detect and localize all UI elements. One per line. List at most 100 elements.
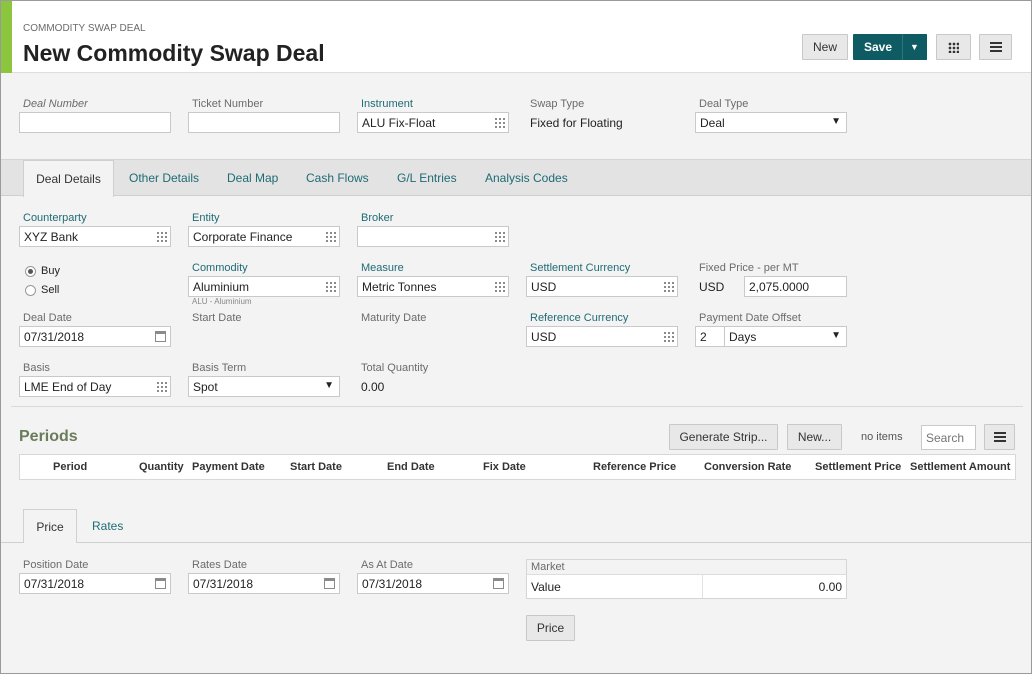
lookup-grid-icon[interactable]: [325, 231, 336, 242]
market-row: Value 0.00: [527, 574, 846, 598]
col-reference-price[interactable]: Reference Price: [593, 461, 676, 473]
calendar-icon[interactable]: [155, 578, 166, 589]
save-button[interactable]: Save: [853, 34, 903, 60]
counterparty-field[interactable]: XYZ Bank: [19, 226, 171, 247]
market-panel: Market Value 0.00: [526, 559, 847, 599]
instrument-label: Instrument: [361, 98, 413, 110]
reference-currency-value: USD: [531, 330, 557, 344]
reference-currency-label: Reference Currency: [530, 312, 629, 324]
lookup-grid-icon[interactable]: [663, 331, 674, 342]
total-quantity-label: Total Quantity: [361, 362, 429, 374]
col-settlement-price[interactable]: Settlement Price: [815, 461, 901, 473]
caret-down-icon: ▼: [324, 380, 334, 391]
tab-deal-map[interactable]: Deal Map: [227, 160, 278, 196]
deal-date-field[interactable]: 07/31/2018: [19, 326, 171, 347]
commodity-value: Aluminium: [193, 280, 250, 294]
lookup-grid-icon[interactable]: [156, 231, 167, 242]
fixed-price-field[interactable]: 2,075.0000: [744, 276, 847, 297]
detail-tabs: Deal Details Other Details Deal Map Cash…: [1, 159, 1031, 197]
calendar-icon[interactable]: [493, 578, 504, 589]
tab-rates[interactable]: Rates: [92, 509, 123, 543]
buy-radio[interactable]: [25, 266, 36, 277]
settlement-currency-field[interactable]: USD: [526, 276, 678, 297]
tab-cash-flows[interactable]: Cash Flows: [306, 160, 369, 196]
ticket-number-field[interactable]: [188, 112, 340, 133]
payment-offset-field[interactable]: 2: [695, 326, 725, 347]
market-label: Market: [531, 561, 565, 573]
lookup-grid-icon[interactable]: [156, 381, 167, 392]
entity-value: Corporate Finance: [193, 230, 293, 244]
position-date-field[interactable]: 07/31/2018: [19, 573, 171, 594]
grid-icon: [948, 41, 959, 53]
broker-field[interactable]: [357, 226, 509, 247]
save-button-label: Save: [863, 40, 893, 54]
cell-divider: [702, 575, 703, 598]
as-at-date-value: 07/31/2018: [362, 577, 423, 591]
save-dropdown-button[interactable]: ▼: [902, 34, 927, 60]
col-payment-date[interactable]: Payment Date: [192, 461, 265, 473]
measure-field[interactable]: Metric Tonnes: [357, 276, 509, 297]
deal-date-label: Deal Date: [23, 312, 72, 324]
lookup-grid-icon[interactable]: [663, 281, 674, 292]
buy-label: Buy: [41, 265, 60, 277]
caret-down-icon: ▼: [831, 116, 841, 127]
col-settlement-amount[interactable]: Settlement Amount: [910, 461, 1010, 473]
generate-strip-button[interactable]: Generate Strip...: [669, 424, 778, 450]
col-quantity[interactable]: Quantity: [139, 461, 184, 473]
grid-view-button[interactable]: [936, 34, 971, 60]
reference-currency-field[interactable]: USD: [526, 326, 678, 347]
start-date-label: Start Date: [192, 312, 242, 324]
hamburger-icon: [989, 42, 1002, 52]
counterparty-label: Counterparty: [23, 212, 87, 224]
new-button[interactable]: New: [802, 34, 848, 60]
as-at-date-field[interactable]: 07/31/2018: [357, 573, 509, 594]
periods-search-input[interactable]: [921, 425, 976, 450]
lookup-grid-icon[interactable]: [494, 117, 505, 128]
instrument-field[interactable]: ALU Fix-Float: [357, 112, 509, 133]
col-start-date[interactable]: Start Date: [290, 461, 342, 473]
entity-field[interactable]: Corporate Finance: [188, 226, 340, 247]
swap-type-value: Fixed for Floating: [530, 116, 623, 130]
col-period[interactable]: Period: [53, 461, 87, 473]
deal-type-label: Deal Type: [699, 98, 749, 110]
basis-field[interactable]: LME End of Day: [19, 376, 171, 397]
price-tabs: Price Rates: [1, 509, 1031, 543]
tab-deal-details[interactable]: Deal Details: [23, 160, 114, 197]
fixed-price-currency: USD: [699, 280, 725, 294]
tab-price[interactable]: Price: [23, 509, 77, 543]
settlement-currency-value: USD: [531, 280, 557, 294]
tab-other-details[interactable]: Other Details: [129, 160, 199, 196]
calendar-icon[interactable]: [155, 331, 166, 342]
page-header: COMMODITY SWAP DEAL New Commodity Swap D…: [1, 1, 1031, 73]
entity-label: Entity: [192, 212, 220, 224]
col-fix-date[interactable]: Fix Date: [483, 461, 526, 473]
market-row-value: 0.00: [818, 580, 842, 594]
sell-radio[interactable]: [25, 285, 36, 296]
deal-type-select[interactable]: Deal ▼: [695, 112, 847, 133]
periods-menu-button[interactable]: [984, 424, 1015, 450]
lookup-grid-icon[interactable]: [494, 281, 505, 292]
deal-type-value: Deal: [700, 116, 725, 130]
tab-gl-entries[interactable]: G/L Entries: [397, 160, 457, 196]
deal-number-field[interactable]: [19, 112, 171, 133]
menu-button[interactable]: [979, 34, 1012, 60]
commodity-field[interactable]: Aluminium: [188, 276, 340, 297]
new-period-button[interactable]: New...: [787, 424, 842, 450]
price-button[interactable]: Price: [526, 615, 575, 641]
col-conversion-rate[interactable]: Conversion Rate: [704, 461, 791, 473]
tab-analysis-codes[interactable]: Analysis Codes: [485, 160, 568, 196]
as-at-date-label: As At Date: [361, 559, 413, 571]
basis-term-select[interactable]: Spot ▼: [188, 376, 340, 397]
page-eyebrow: COMMODITY SWAP DEAL: [23, 23, 146, 34]
payment-offset-unit-select[interactable]: Days ▼: [724, 326, 847, 347]
lookup-grid-icon[interactable]: [325, 281, 336, 292]
rates-date-field[interactable]: 07/31/2018: [188, 573, 340, 594]
commodity-label: Commodity: [192, 262, 248, 274]
calendar-icon[interactable]: [324, 578, 335, 589]
price-button-label: Price: [536, 621, 565, 635]
basis-term-label: Basis Term: [192, 362, 247, 374]
lookup-grid-icon[interactable]: [494, 231, 505, 242]
swap-type-label: Swap Type: [530, 98, 585, 110]
total-quantity-value: 0.00: [361, 380, 385, 394]
col-end-date[interactable]: End Date: [387, 461, 435, 473]
